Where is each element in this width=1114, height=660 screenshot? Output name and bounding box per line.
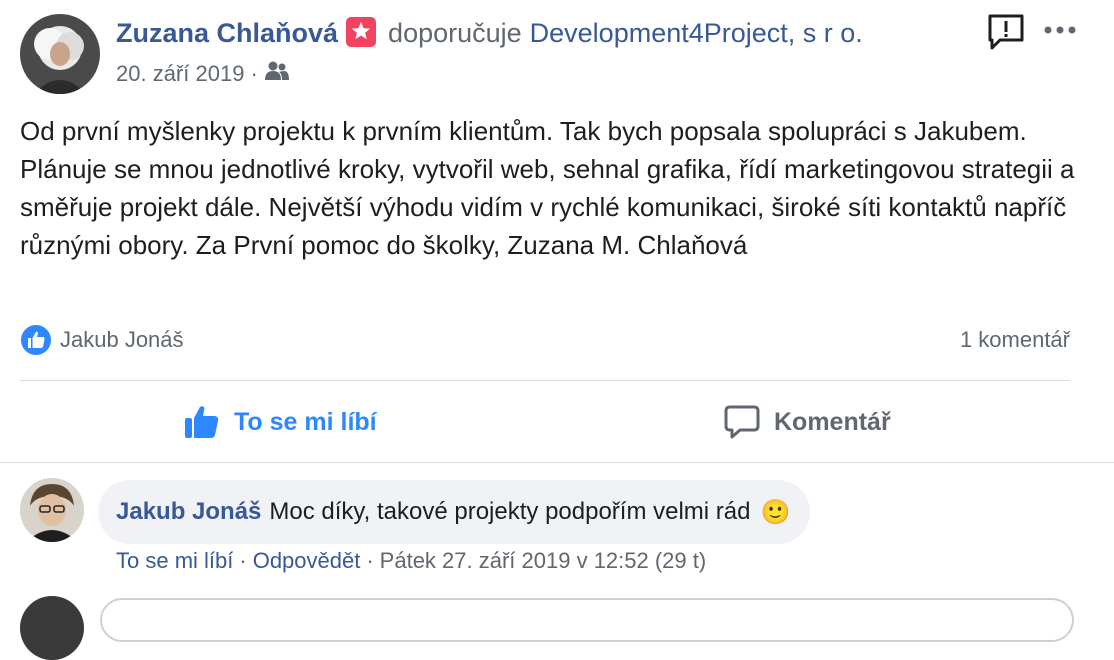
comment-count[interactable]: 1 komentář xyxy=(960,327,1070,353)
commenter-avatar[interactable] xyxy=(20,478,84,542)
recommend-verb: doporučuje xyxy=(388,18,522,48)
comment-actions-separator: · xyxy=(239,548,247,573)
feedback-exclamation-icon[interactable] xyxy=(986,12,1026,52)
comment-text: Moc díky, takové projekty podpořím velmi… xyxy=(269,498,751,525)
like-button[interactable]: To se mi líbí xyxy=(184,396,377,448)
divider xyxy=(20,380,1070,381)
reply-input[interactable] xyxy=(100,598,1074,642)
reactions-summary: Jakub Jonáš 1 komentář xyxy=(20,322,1070,358)
comment-bubble: Jakub Jonáš Moc díky, takové projekty po… xyxy=(98,480,811,544)
comment-like-link[interactable]: To se mi líbí xyxy=(116,548,233,574)
comment-button[interactable]: Komentář xyxy=(724,396,891,448)
like-reaction-icon[interactable] xyxy=(20,324,52,356)
comment-author-link[interactable]: Jakub Jonáš xyxy=(116,498,261,526)
post-meta: 20. září 2019 · xyxy=(116,60,290,88)
like-button-label: To se mi líbí xyxy=(234,407,377,436)
comment-actions-separator: · xyxy=(366,548,374,573)
meta-separator: · xyxy=(250,61,258,86)
comment-timestamp[interactable]: Pátek 27. září 2019 v 12:52 (29 t) xyxy=(380,548,707,574)
recommend-star-icon xyxy=(346,16,377,47)
comment-actions: To se mi líbí · Odpovědět · Pátek 27. zá… xyxy=(116,548,706,574)
thumbs-up-icon xyxy=(185,406,219,438)
speech-bubble-icon xyxy=(724,405,760,439)
comment-button-label: Komentář xyxy=(774,407,891,436)
author-name-link[interactable]: Zuzana Chlaňová xyxy=(116,18,338,49)
post-date[interactable]: 20. září 2019 xyxy=(116,61,244,87)
divider xyxy=(0,462,1114,463)
author-avatar[interactable] xyxy=(20,14,100,94)
reactor-name[interactable]: Jakub Jonáš xyxy=(60,327,960,353)
smile-emoji: 🙂 xyxy=(760,498,791,526)
comment-reply-link[interactable]: Odpovědět xyxy=(253,548,361,574)
more-dots-icon[interactable] xyxy=(1042,20,1078,40)
page-name-link[interactable]: Development4Project, s r o. xyxy=(530,18,863,49)
post-header: Zuzana Chlaňová doporučuje Development4P… xyxy=(116,16,863,49)
friends-audience-icon[interactable] xyxy=(264,60,290,88)
post-body-text: Od první myšlenky projektu k prvním klie… xyxy=(20,116,1075,260)
